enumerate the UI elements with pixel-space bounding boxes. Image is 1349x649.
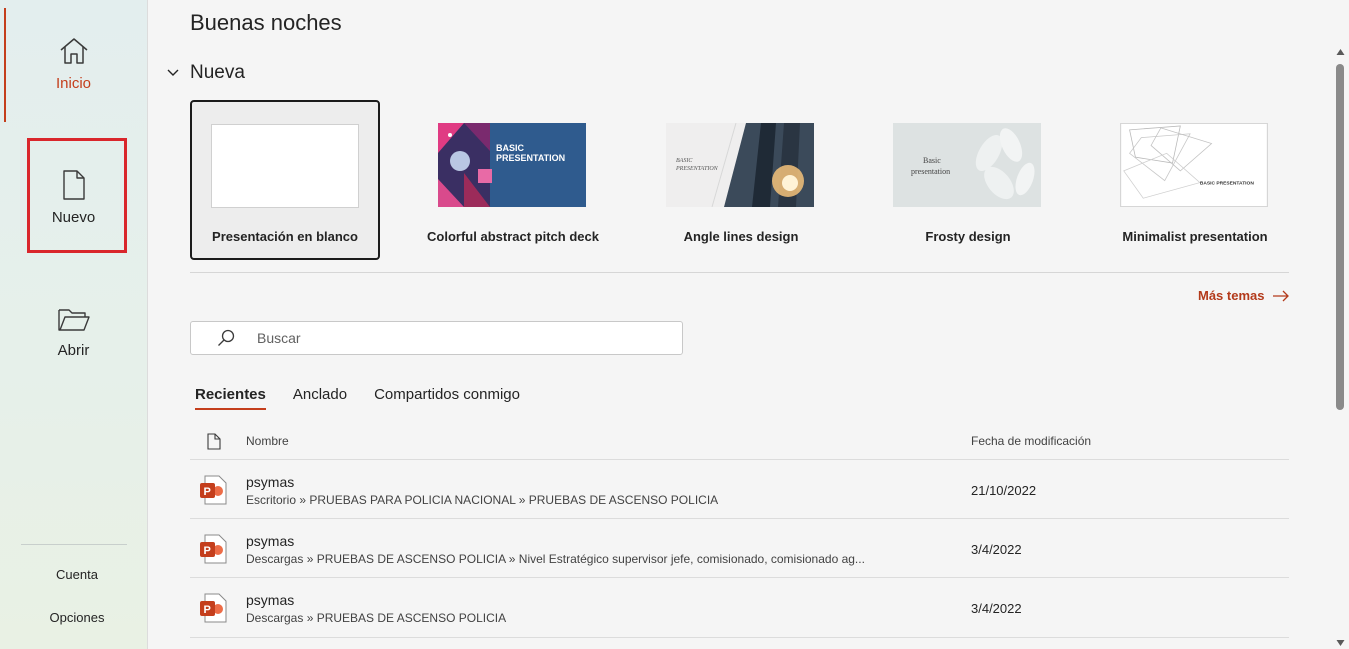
template-name: Colorful abstract pitch deck	[427, 229, 599, 244]
new-document-icon	[62, 170, 85, 200]
new-section-header[interactable]: Nueva	[165, 62, 245, 84]
search-input[interactable]	[255, 329, 639, 347]
scrollbar-thumb[interactable]	[1336, 64, 1344, 410]
tab-recientes[interactable]: Recientes	[195, 386, 266, 410]
svg-text:BASIC PRESENTATION: BASIC PRESENTATION	[1200, 181, 1254, 187]
tab-anclado[interactable]: Anclado	[293, 386, 347, 410]
file-name: psymas	[246, 533, 295, 549]
sidebar-item-nuevo[interactable]: Nuevo	[0, 169, 147, 226]
svg-text:P: P	[204, 545, 211, 557]
file-path: Descargas » PRUEBAS DE ASCENSO POLICIA	[246, 611, 507, 625]
scroll-up-arrow-icon[interactable]	[1336, 48, 1345, 56]
open-folder-icon	[57, 309, 90, 331]
template-name: Minimalist presentation	[1122, 229, 1268, 244]
powerpoint-file-icon: P	[200, 593, 227, 623]
svg-text:P: P	[204, 604, 211, 616]
template-colorful-abstract[interactable]: BASIC PRESENTATION Colorful abstract pit…	[418, 100, 608, 260]
search-icon	[218, 329, 235, 346]
sidebar-item-label: Nuevo	[51, 209, 96, 226]
table-row[interactable]: P psymas Descargas » PRUEBAS DE ASCENSO …	[190, 577, 1289, 638]
svg-text:P: P	[204, 486, 211, 498]
file-date: 3/4/2022	[971, 542, 1022, 557]
template-thumbnail: BASIC PRESENTATION	[666, 123, 814, 207]
powerpoint-file-icon: P	[200, 534, 227, 564]
more-themes-label: Más temas	[1198, 288, 1265, 303]
file-tabs: Recientes Anclado Compartidos conmigo	[195, 386, 547, 410]
table-row[interactable]: P psymas Descargas » PRUEBAS DE ASCENSO …	[190, 518, 1289, 578]
account-link[interactable]: Cuenta	[0, 567, 154, 582]
sidebar-item-abrir[interactable]: Abrir	[0, 306, 147, 359]
sidebar-item-label: Inicio	[55, 75, 92, 92]
section-divider	[190, 272, 1289, 273]
column-header-modified[interactable]: Fecha de modificación	[971, 434, 1091, 448]
file-date: 21/10/2022	[971, 483, 1037, 498]
template-blank[interactable]: Presentación en blanco	[190, 100, 380, 260]
chevron-down-icon	[167, 69, 179, 76]
svg-text:BASIC: BASIC	[496, 143, 525, 153]
svg-text:PRESENTATION: PRESENTATION	[496, 153, 565, 163]
home-icon	[60, 38, 87, 64]
template-thumbnail	[211, 124, 359, 208]
arrow-right-icon	[1273, 290, 1290, 301]
template-frosty[interactable]: Basic presentation Frosty design	[873, 100, 1063, 260]
template-thumbnail: BASIC PRESENTATION	[1120, 123, 1268, 207]
template-angle-lines[interactable]: BASIC PRESENTATION Angle lines design	[646, 100, 836, 260]
file-date: 3/4/2022	[971, 601, 1022, 616]
svg-text:Basic: Basic	[923, 156, 941, 165]
sidebar-item-inicio[interactable]: Inicio	[0, 35, 147, 92]
template-name: Angle lines design	[683, 229, 799, 244]
file-path: Escritorio » PRUEBAS PARA POLICIA NACION…	[246, 493, 719, 507]
sidebar: Inicio Nuevo Abrir Cuenta Opciones	[0, 0, 148, 649]
template-thumbnail: Basic presentation	[893, 123, 1041, 207]
template-thumbnail: BASIC PRESENTATION	[438, 123, 586, 207]
template-name: Frosty design	[925, 229, 1011, 244]
file-type-icon	[207, 433, 221, 450]
template-minimalist[interactable]: BASIC PRESENTATION Minimalist presentati…	[1100, 100, 1290, 260]
more-themes-link[interactable]: Más temas	[1198, 288, 1290, 303]
options-link[interactable]: Opciones	[0, 610, 154, 625]
svg-text:presentation: presentation	[911, 167, 950, 176]
search-box[interactable]	[190, 321, 683, 355]
file-name: psymas	[246, 474, 295, 490]
file-path: Descargas » PRUEBAS DE ASCENSO POLICIA »…	[246, 552, 865, 566]
file-name: psymas	[246, 592, 295, 608]
column-header-name[interactable]: Nombre	[246, 434, 289, 448]
sidebar-item-label: Abrir	[57, 342, 90, 359]
sidebar-divider	[21, 544, 127, 545]
svg-text:BASIC: BASIC	[676, 158, 693, 164]
template-name: Presentación en blanco	[212, 229, 358, 244]
table-row[interactable]: P psymas Escritorio » PRUEBAS PARA POLIC…	[190, 459, 1289, 519]
page-title: Buenas noches	[190, 10, 342, 35]
section-title: Nueva	[190, 62, 245, 83]
tab-compartidos[interactable]: Compartidos conmigo	[374, 386, 520, 410]
powerpoint-file-icon: P	[200, 475, 227, 505]
svg-text:PRESENTATION: PRESENTATION	[675, 166, 719, 172]
scroll-down-arrow-icon[interactable]	[1336, 639, 1345, 647]
